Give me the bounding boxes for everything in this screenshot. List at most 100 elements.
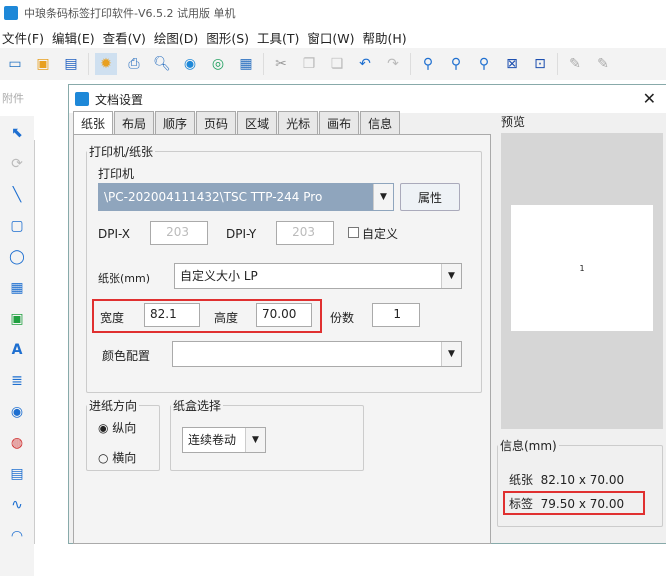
text-icon[interactable]: A: [6, 339, 28, 361]
tab-layout[interactable]: 布局: [114, 111, 155, 135]
menu-bar: 文件(F) 编辑(E) 查看(V) 绘图(D) 图形(S) 工具(T) 窗口(W…: [0, 26, 666, 48]
copies-stepper[interactable]: 1: [372, 303, 420, 327]
dialog-titlebar: 文档设置 ✕: [69, 85, 666, 113]
preview-mark: 1: [579, 263, 585, 273]
feed-direction-legend: 进纸方向: [89, 399, 138, 413]
menu-draw[interactable]: 绘图(D): [152, 28, 204, 47]
tray-legend: 纸盒选择: [173, 399, 222, 413]
copies-value: 1: [393, 307, 401, 321]
menu-edit[interactable]: 编辑(E): [50, 28, 101, 47]
paper-size-value: 自定义大小 LP: [180, 269, 258, 283]
dpi-y-input[interactable]: 203: [276, 221, 334, 245]
printer-select[interactable]: \PC-202004111432\TSC TTP-244 Pro ▼: [98, 183, 394, 211]
paper-size-select[interactable]: 自定义大小 LP ▼: [174, 263, 462, 289]
menu-help[interactable]: 帮助(H): [361, 28, 413, 47]
tab-cursor[interactable]: 光标: [278, 111, 319, 135]
fit-page-icon[interactable]: ⊠: [501, 53, 523, 75]
label-info-label: 标签: [509, 497, 534, 511]
printer-label: 打印机: [98, 167, 135, 181]
label-info-value: 79.50 x 70.00: [540, 497, 625, 511]
tab-paper[interactable]: 纸张: [73, 111, 114, 135]
tab-region[interactable]: 区域: [237, 111, 278, 135]
chevron-down-icon[interactable]: ▼: [245, 428, 265, 452]
dialog-title: 文档设置: [95, 92, 144, 107]
save-icon[interactable]: ▤: [60, 53, 82, 75]
side-label: 附件: [2, 92, 24, 105]
chevron-down-icon[interactable]: ▼: [441, 264, 461, 288]
zoom-out-icon[interactable]: ⚲: [445, 53, 467, 75]
undo-icon[interactable]: ↶: [354, 53, 376, 75]
dpi-x-value: 203: [166, 225, 189, 239]
rotate-icon[interactable]: ⟳: [6, 153, 28, 175]
barcode-icon[interactable]: ◉: [6, 401, 28, 423]
grid-icon[interactable]: ▦: [235, 53, 257, 75]
chevron-down-icon[interactable]: ▼: [373, 184, 393, 210]
preview-area: 1: [501, 133, 663, 429]
toolbar: ▭ ▣ ▤ ✹ ⎙ 🔍︎ ◉ ◎ ▦ ✂ ❐ ❏ ↶ ↷ ⚲ ⚲ ⚲ ⊠ ⊡ ✎…: [0, 48, 666, 80]
data-source-icon[interactable]: ◎: [207, 53, 229, 75]
app-title: 中琅条码标签打印软件-V6.5.2 试用版 单机: [24, 7, 236, 20]
dialog-icon: [75, 92, 89, 106]
tray-value: 连续卷动: [188, 433, 237, 447]
height-input[interactable]: 70.00: [256, 303, 312, 327]
portrait-label: 纵向: [112, 421, 137, 435]
rich-text-icon[interactable]: ≣: [6, 370, 28, 392]
line-icon[interactable]: ╲: [6, 184, 28, 206]
image-icon[interactable]: ▣: [6, 308, 28, 330]
color-config-select[interactable]: ▼: [172, 341, 462, 367]
close-button[interactable]: ✕: [643, 89, 656, 108]
select-icon[interactable]: ⬉: [6, 122, 28, 144]
cut-icon[interactable]: ✂: [270, 53, 292, 75]
tab-bar: 纸张 布局 顺序 页码 区域 光标 画布 信息: [73, 111, 401, 135]
new-icon[interactable]: ▭: [4, 53, 26, 75]
chevron-down-icon[interactable]: ▼: [441, 342, 461, 366]
zoom-in-icon[interactable]: ⚲: [417, 53, 439, 75]
printer-paper-legend: 打印机/纸张: [89, 145, 154, 159]
table-icon[interactable]: ▦: [6, 277, 28, 299]
paper-info-value: 82.10 x 70.00: [540, 473, 625, 487]
tab-order[interactable]: 顺序: [155, 111, 196, 135]
custom-checkbox[interactable]: [348, 227, 359, 238]
paper-size-label: 纸张(mm): [98, 272, 151, 285]
tray-select[interactable]: 连续卷动 ▼: [182, 427, 266, 453]
redo-icon[interactable]: ↷: [382, 53, 404, 75]
printer-value: \PC-202004111432\TSC TTP-244 Pro: [104, 190, 323, 204]
print-icon[interactable]: ⎙: [123, 53, 145, 75]
info-legend: 信息(mm): [500, 439, 557, 453]
print-preview-icon[interactable]: 🔍︎: [151, 53, 173, 75]
app-icon: [4, 6, 18, 20]
copy-icon[interactable]: ❐: [298, 53, 320, 75]
landscape-radio[interactable]: ○ 横向: [98, 449, 136, 466]
portrait-radio[interactable]: ◉ 纵向: [98, 419, 136, 436]
zoom-fit-icon[interactable]: ⚲: [473, 53, 495, 75]
paper-info-label: 纸张: [509, 473, 534, 487]
dpi-x-input[interactable]: 203: [150, 221, 208, 245]
menu-shape[interactable]: 图形(S): [204, 28, 255, 47]
open-icon[interactable]: ▣: [32, 53, 54, 75]
width-input[interactable]: 82.1: [144, 303, 200, 327]
copies-label: 份数: [330, 311, 355, 325]
tool-palette: ⬉ ⟳ ╲ ▢ ◯ ▦ ▣ A ≣ ◉ ◍ ▤ ∿ ◠: [0, 116, 34, 576]
qrcode-icon[interactable]: ◍: [6, 432, 28, 454]
pencil-icon[interactable]: ✎: [564, 53, 586, 75]
actual-size-icon[interactable]: ⊡: [529, 53, 551, 75]
tab-info[interactable]: 信息: [360, 111, 401, 135]
tab-page-number[interactable]: 页码: [196, 111, 237, 135]
document-settings-icon[interactable]: ✹: [95, 53, 117, 75]
tab-canvas[interactable]: 画布: [319, 111, 360, 135]
database-icon[interactable]: ◉: [179, 53, 201, 75]
data-icon[interactable]: ▤: [6, 463, 28, 485]
title-bar: 中琅条码标签打印软件-V6.5.2 试用版 单机: [0, 0, 666, 26]
menu-view[interactable]: 查看(V): [101, 28, 152, 47]
properties-button[interactable]: 属性: [400, 183, 460, 211]
curve-icon[interactable]: ∿: [6, 494, 28, 516]
rectangle-icon[interactable]: ▢: [6, 215, 28, 237]
menu-tools[interactable]: 工具(T): [255, 28, 305, 47]
menu-file[interactable]: 文件(F): [0, 28, 50, 47]
ellipse-icon[interactable]: ◯: [6, 246, 28, 268]
paper-tab-panel: 打印机/纸张 打印机 \PC-202004111432\TSC TTP-244 …: [73, 134, 491, 544]
preview-label: 预览: [501, 115, 526, 129]
paste-icon[interactable]: ❏: [326, 53, 348, 75]
menu-window[interactable]: 窗口(W): [305, 28, 360, 47]
pencil2-icon[interactable]: ✎: [592, 53, 614, 75]
